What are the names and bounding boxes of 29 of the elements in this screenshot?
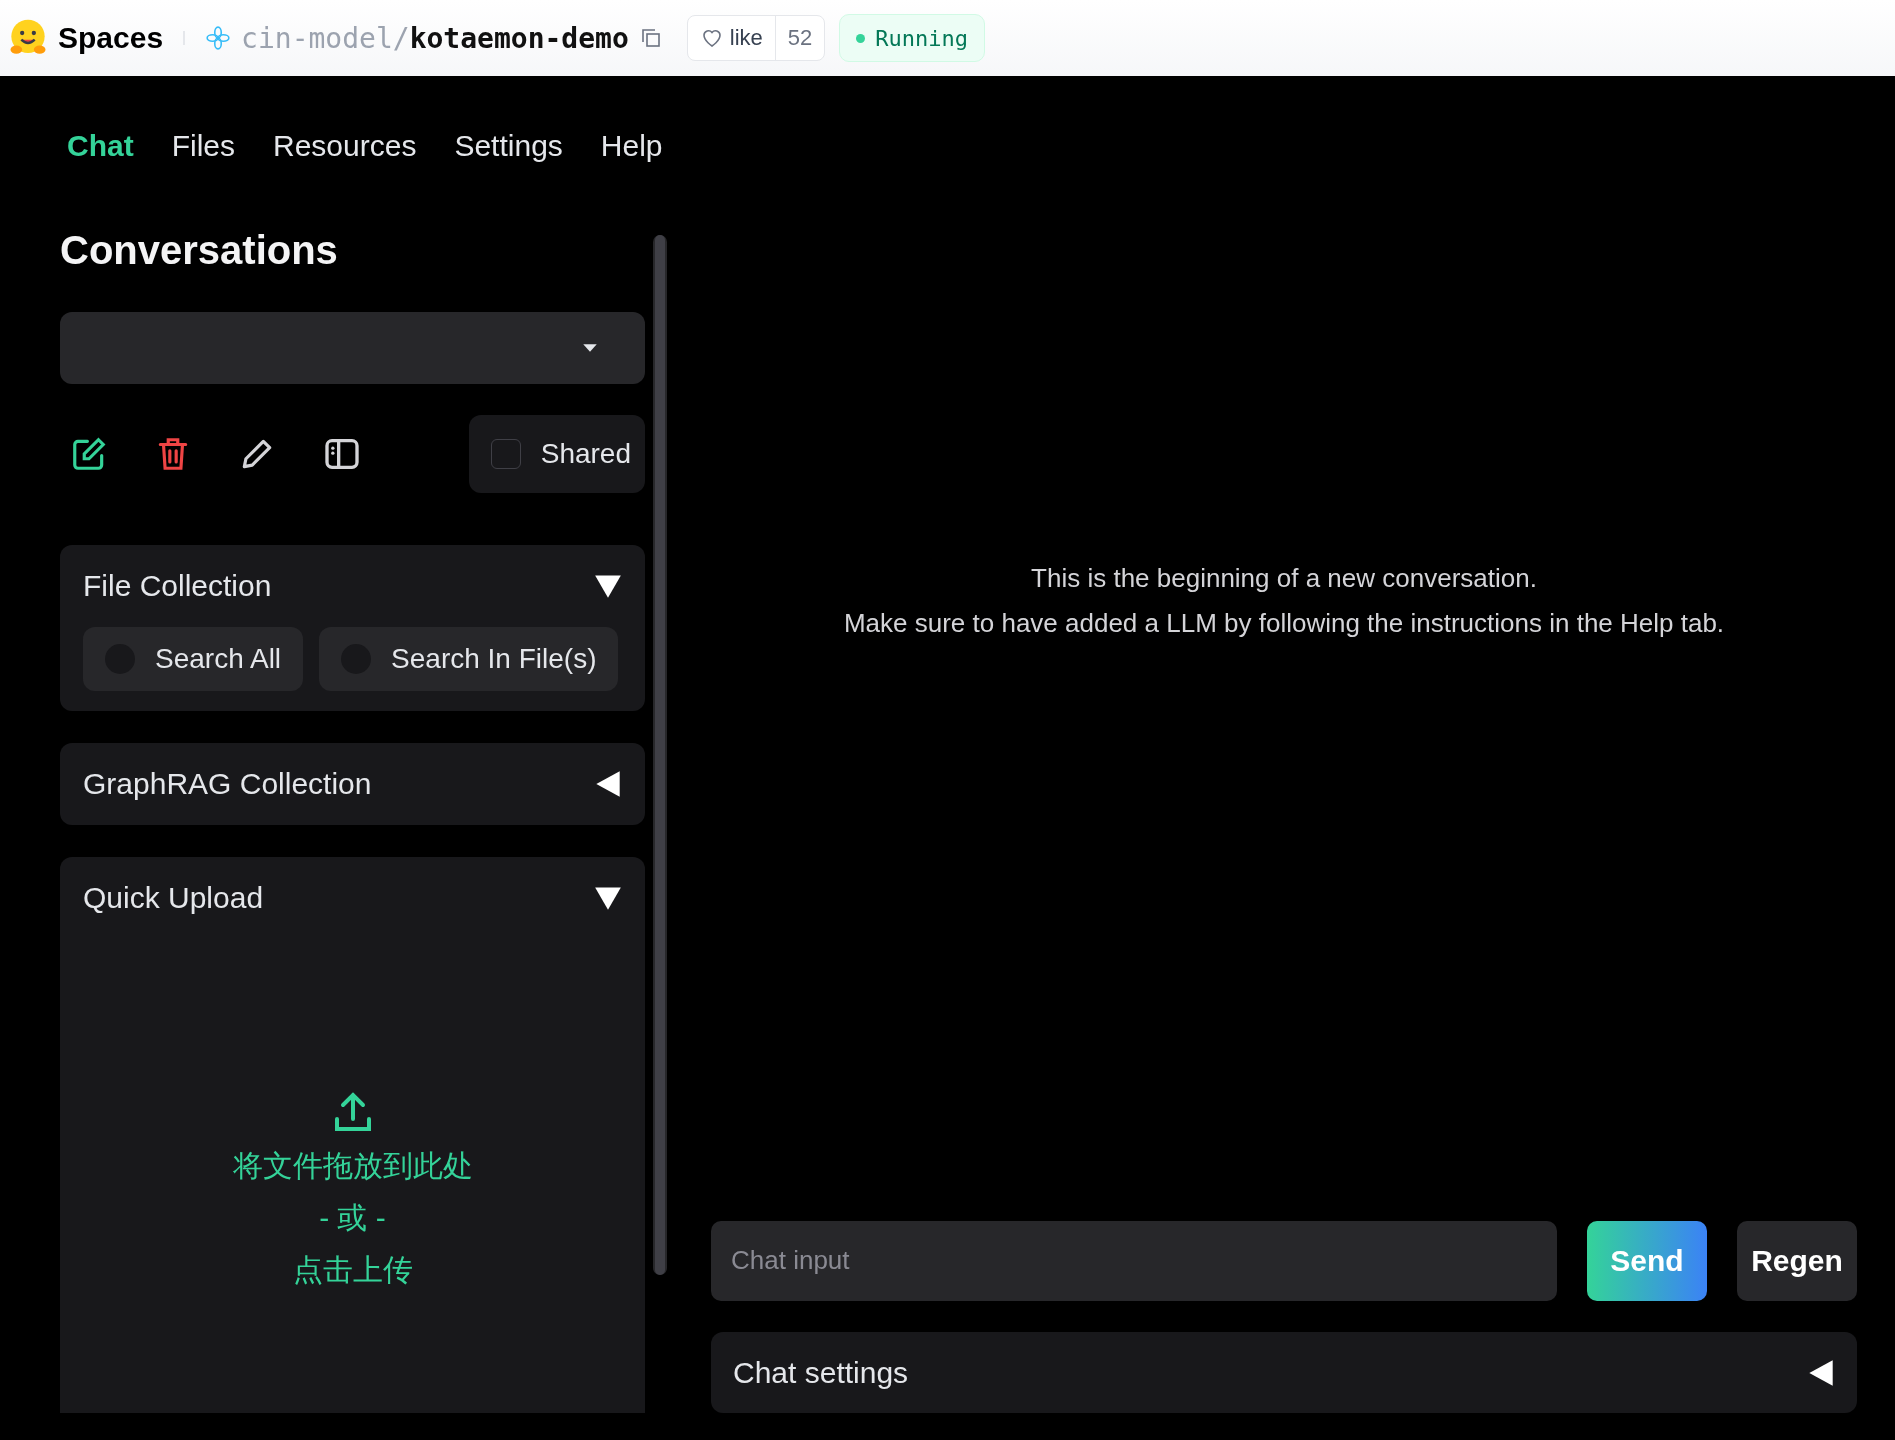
info-message: Make sure to have added a LLM by following the instructions in the Help tab.: [843, 608, 1725, 639]
or-separator: - 或 -: [319, 1200, 386, 1236]
tab[interactable]: Files: [152, 111, 254, 181]
drop-hint: 将文件拖放到此处: [232, 1148, 473, 1184]
chat-input[interactable]: Chat input: [711, 1221, 1557, 1301]
upload-link[interactable]: 点击上传: [292, 1247, 413, 1293]
tab[interactable]: Settings: [435, 111, 582, 181]
like-count: 52: [786, 25, 814, 51]
repo-link[interactable]: kotaemon-demo: [409, 21, 629, 55]
tab[interactable]: Chat: [48, 111, 153, 181]
section-title: Conversations: [60, 228, 339, 274]
spaces-logo-text[interactable]: Spaces: [58, 21, 164, 55]
accordion-header[interactable]: File Collection: [83, 545, 622, 627]
radio-option[interactable]: Search All: [83, 627, 304, 691]
tab[interactable]: Help: [581, 111, 682, 181]
scrollbar-thumb[interactable]: [655, 235, 665, 1275]
tab[interactable]: Resources: [254, 111, 436, 181]
new-note-icon[interactable]: [70, 435, 108, 473]
shared-checkbox[interactable]: Shared: [468, 415, 645, 493]
radio-option[interactable]: Search In File(s): [319, 627, 619, 691]
like-button[interactable]: like: [687, 16, 776, 60]
accordion-header[interactable]: Quick Upload: [83, 857, 622, 939]
status-badge: Running: [839, 14, 986, 62]
chat-settings-header[interactable]: Chat settings: [711, 1332, 1857, 1413]
regen-button[interactable]: Regen: [1737, 1221, 1857, 1301]
path-separator: /: [392, 21, 410, 55]
flower-icon: [205, 25, 232, 51]
accordion-header[interactable]: GraphRAG Collection: [83, 743, 622, 825]
info-message: This is the beginning of a new conversation.: [1031, 563, 1537, 594]
